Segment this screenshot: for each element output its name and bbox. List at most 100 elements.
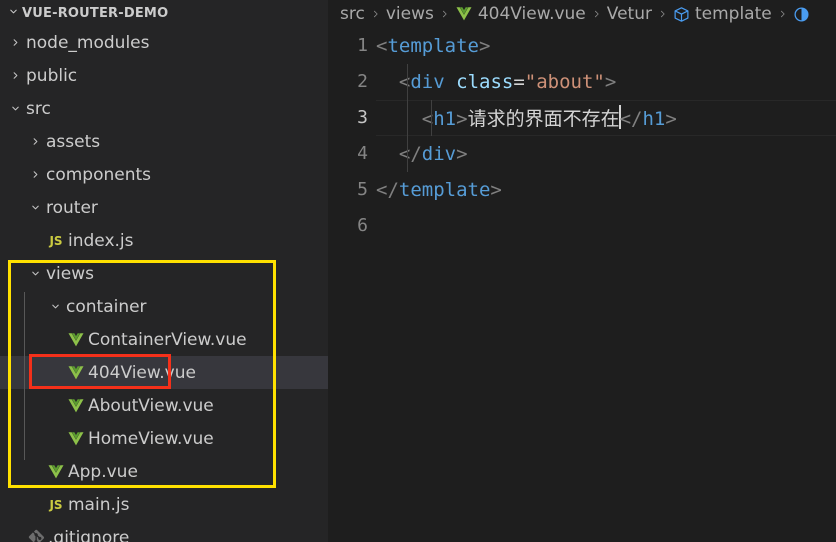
- breadcrumb-separator-icon: [772, 8, 793, 20]
- code-token: div: [410, 71, 445, 93]
- tree-item-label: HomeView.vue: [88, 428, 214, 449]
- line-number: 2: [357, 71, 368, 92]
- breadcrumb-separator-icon: [586, 8, 607, 20]
- tree-item-label: main.js: [68, 494, 130, 515]
- code-token: >: [604, 71, 617, 93]
- tree-item--gitignore[interactable]: .gitignore: [0, 521, 328, 542]
- code-line[interactable]: <h1>请求的界面不存在</h1>: [376, 100, 836, 136]
- tree-item-label: router: [46, 197, 98, 218]
- code-token: =: [513, 71, 525, 93]
- tree-item-aboutview-vue[interactable]: AboutView.vue: [0, 389, 328, 422]
- code-token: template: [387, 35, 479, 57]
- tree-item-container[interactable]: container: [0, 290, 328, 323]
- tree-item-main-js[interactable]: JS main.js: [0, 488, 328, 521]
- breadcrumb-item-vetur[interactable]: Vetur: [607, 4, 652, 24]
- code-content[interactable]: <template> <div class="about"> <h1>请求的界面…: [376, 28, 836, 244]
- code-token: h1: [433, 108, 457, 130]
- breadcrumb-item-label: 404View.vue: [477, 4, 586, 24]
- chevron-right-icon[interactable]: [24, 169, 46, 180]
- breadcrumb-item-template[interactable]: template: [673, 4, 772, 24]
- breadcrumb-item-views[interactable]: views: [386, 4, 434, 24]
- tree-item-label: assets: [46, 131, 101, 152]
- code-token: div: [421, 143, 457, 165]
- tree-item-label: index.js: [68, 230, 134, 251]
- breadcrumb-item-label: views: [385, 4, 434, 24]
- chevron-right-icon[interactable]: [24, 136, 46, 147]
- tree-item-label: views: [46, 263, 95, 284]
- code-token: >: [456, 108, 468, 130]
- chevron-right-icon[interactable]: [4, 70, 26, 81]
- code-line[interactable]: </div>: [376, 136, 836, 172]
- chevron-down-icon[interactable]: [44, 301, 66, 312]
- tree-item-label: components: [46, 164, 152, 185]
- chevron-down-icon[interactable]: [24, 202, 46, 213]
- tree-item-label: 404View.vue: [88, 362, 196, 383]
- code-line[interactable]: <div class="about">: [376, 64, 836, 100]
- tree-item-containerview-vue[interactable]: ContainerView.vue: [0, 323, 328, 356]
- breadcrumb-item-label: Vetur: [606, 4, 652, 24]
- line-number: 4: [357, 143, 368, 164]
- code-line[interactable]: </template>: [376, 172, 836, 208]
- code-line[interactable]: <template>: [376, 28, 836, 64]
- breadcrumb-item-overflow[interactable]: [793, 6, 815, 23]
- code-token: "about": [524, 71, 605, 93]
- js-file-icon: JS: [49, 498, 63, 512]
- code-editor[interactable]: 123456 <template> <div class="about"> <h…: [328, 28, 836, 244]
- chevron-down-icon[interactable]: [4, 103, 26, 114]
- tree-item-label: container: [66, 296, 147, 317]
- project-title: VUE-ROUTER-DEMO: [22, 5, 169, 21]
- tree-item-label: App.vue: [68, 461, 138, 482]
- tree-item-public[interactable]: public: [0, 59, 328, 92]
- code-token: <: [398, 71, 411, 93]
- tree-item-label: .gitignore: [48, 527, 130, 542]
- git-file-icon: [24, 529, 48, 542]
- tree-item-node-modules[interactable]: node_modules: [0, 26, 328, 59]
- code-token: <: [376, 35, 388, 57]
- chevron-down-icon[interactable]: [4, 6, 22, 20]
- breadcrumb-item-label: template: [694, 4, 772, 24]
- breadcrumb-item-src[interactable]: src: [340, 4, 365, 24]
- vue-file-icon: [64, 331, 88, 349]
- code-token: >: [478, 35, 491, 57]
- code-token: template: [398, 179, 491, 201]
- file-tree: node_modulespublic src assets components rou…: [0, 26, 328, 542]
- tree-item-label: node_modules: [26, 32, 150, 53]
- code-token: >: [665, 108, 677, 130]
- tree-item-homeview-vue[interactable]: HomeView.vue: [0, 422, 328, 455]
- project-root-row[interactable]: VUE-ROUTER-DEMO: [0, 0, 328, 26]
- vue-file-icon: [455, 5, 473, 23]
- symbol-cube-icon: [673, 6, 690, 23]
- line-number-gutter: 1 2 3 4 5 6: [328, 28, 376, 244]
- tree-item-label: src: [26, 98, 51, 119]
- code-indent-guide: [431, 100, 432, 136]
- breadcrumb-item-label: src: [340, 4, 365, 24]
- tree-item-components[interactable]: components: [0, 158, 328, 191]
- explorer-sidebar: VUE-ROUTER-DEMO node_modulespublic src ass…: [0, 0, 328, 542]
- tree-item-app-vue[interactable]: App.vue: [0, 455, 328, 488]
- tree-item-label: AboutView.vue: [88, 395, 214, 416]
- code-token: </: [398, 143, 422, 165]
- code-indent-guide: [407, 64, 408, 172]
- breadcrumb-item-404view-vue[interactable]: 404View.vue: [455, 4, 586, 24]
- vue-file-icon: [64, 397, 88, 415]
- tree-item-404view-vue[interactable]: 404View.vue: [0, 356, 328, 389]
- code-token: >: [456, 143, 468, 165]
- tree-item-index-js[interactable]: JS index.js: [0, 224, 328, 257]
- code-token: 请求的界面不存在: [467, 108, 620, 130]
- symbol-partial-icon: [793, 6, 810, 23]
- tree-item-router[interactable]: router: [0, 191, 328, 224]
- tree-item-assets[interactable]: assets: [0, 125, 328, 158]
- tree-item-views[interactable]: views: [0, 257, 328, 290]
- code-line[interactable]: [376, 208, 836, 244]
- vue-file-icon: [64, 364, 88, 382]
- line-number: 1: [357, 35, 368, 56]
- tree-item-label: ContainerView.vue: [88, 329, 247, 350]
- code-token: </: [376, 179, 399, 201]
- chevron-right-icon[interactable]: [4, 37, 26, 48]
- tree-item-src[interactable]: src: [0, 92, 328, 125]
- line-number: 6: [357, 215, 368, 236]
- chevron-down-icon[interactable]: [24, 268, 46, 279]
